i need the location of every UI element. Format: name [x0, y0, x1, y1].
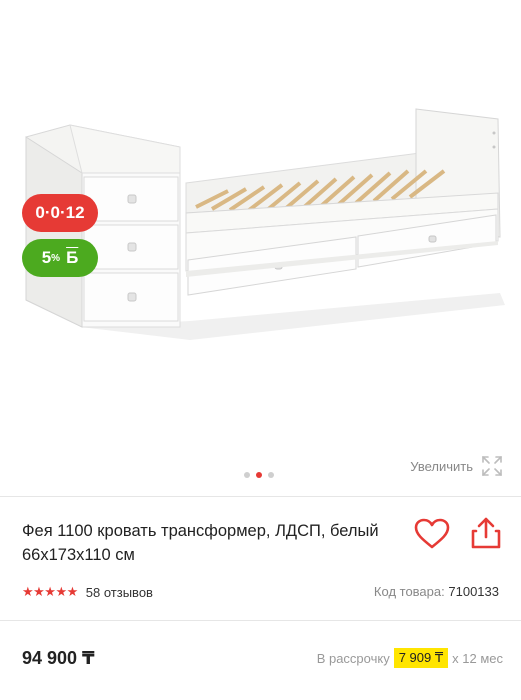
favorite-heart-icon[interactable]: [414, 518, 450, 550]
zoom-button[interactable]: Увеличить: [410, 455, 503, 477]
rating-stars-icon: ★★★★★: [22, 584, 78, 599]
installment-label: В рассрочку: [316, 650, 390, 666]
expand-icon: [482, 456, 502, 476]
section-divider: [0, 620, 521, 621]
gallery-pagination: [244, 472, 274, 478]
product-gallery[interactable]: 0·0·12 5% Б Увеличить: [0, 0, 521, 495]
product-code: Код товара: 7100133: [374, 584, 499, 599]
installment-term: х 12 мес: [452, 650, 503, 666]
sku-value: 7100133: [448, 584, 499, 599]
gallery-dot-active[interactable]: [256, 472, 262, 478]
section-divider: [0, 496, 521, 497]
gallery-dot[interactable]: [244, 472, 250, 478]
bonus-percent: 5: [41, 248, 52, 267]
bonus-letter: Б: [66, 248, 79, 267]
reviews-link[interactable]: 58 отзывов: [86, 585, 153, 600]
installment-amount: 7 909 ₸: [393, 648, 449, 668]
installment-info[interactable]: В рассрочку 7 909 ₸ х 12 мес: [317, 648, 503, 668]
bonus-percent-sign: %: [51, 252, 61, 264]
product-title: Фея 1100 кровать трансформер, ЛДСП, белы…: [22, 522, 379, 564]
share-icon[interactable]: [470, 516, 502, 550]
rating-row[interactable]: ★★★★★ 58 отзывов: [22, 584, 153, 600]
product-price: 94 900 ₸: [22, 648, 95, 668]
sku-label: Код товара:: [373, 584, 445, 599]
zoom-label: Увеличить: [410, 458, 473, 474]
bonus-badge: 5% Б: [22, 239, 98, 277]
installment-badge: 0·0·12: [22, 194, 98, 232]
gallery-dot[interactable]: [268, 472, 274, 478]
